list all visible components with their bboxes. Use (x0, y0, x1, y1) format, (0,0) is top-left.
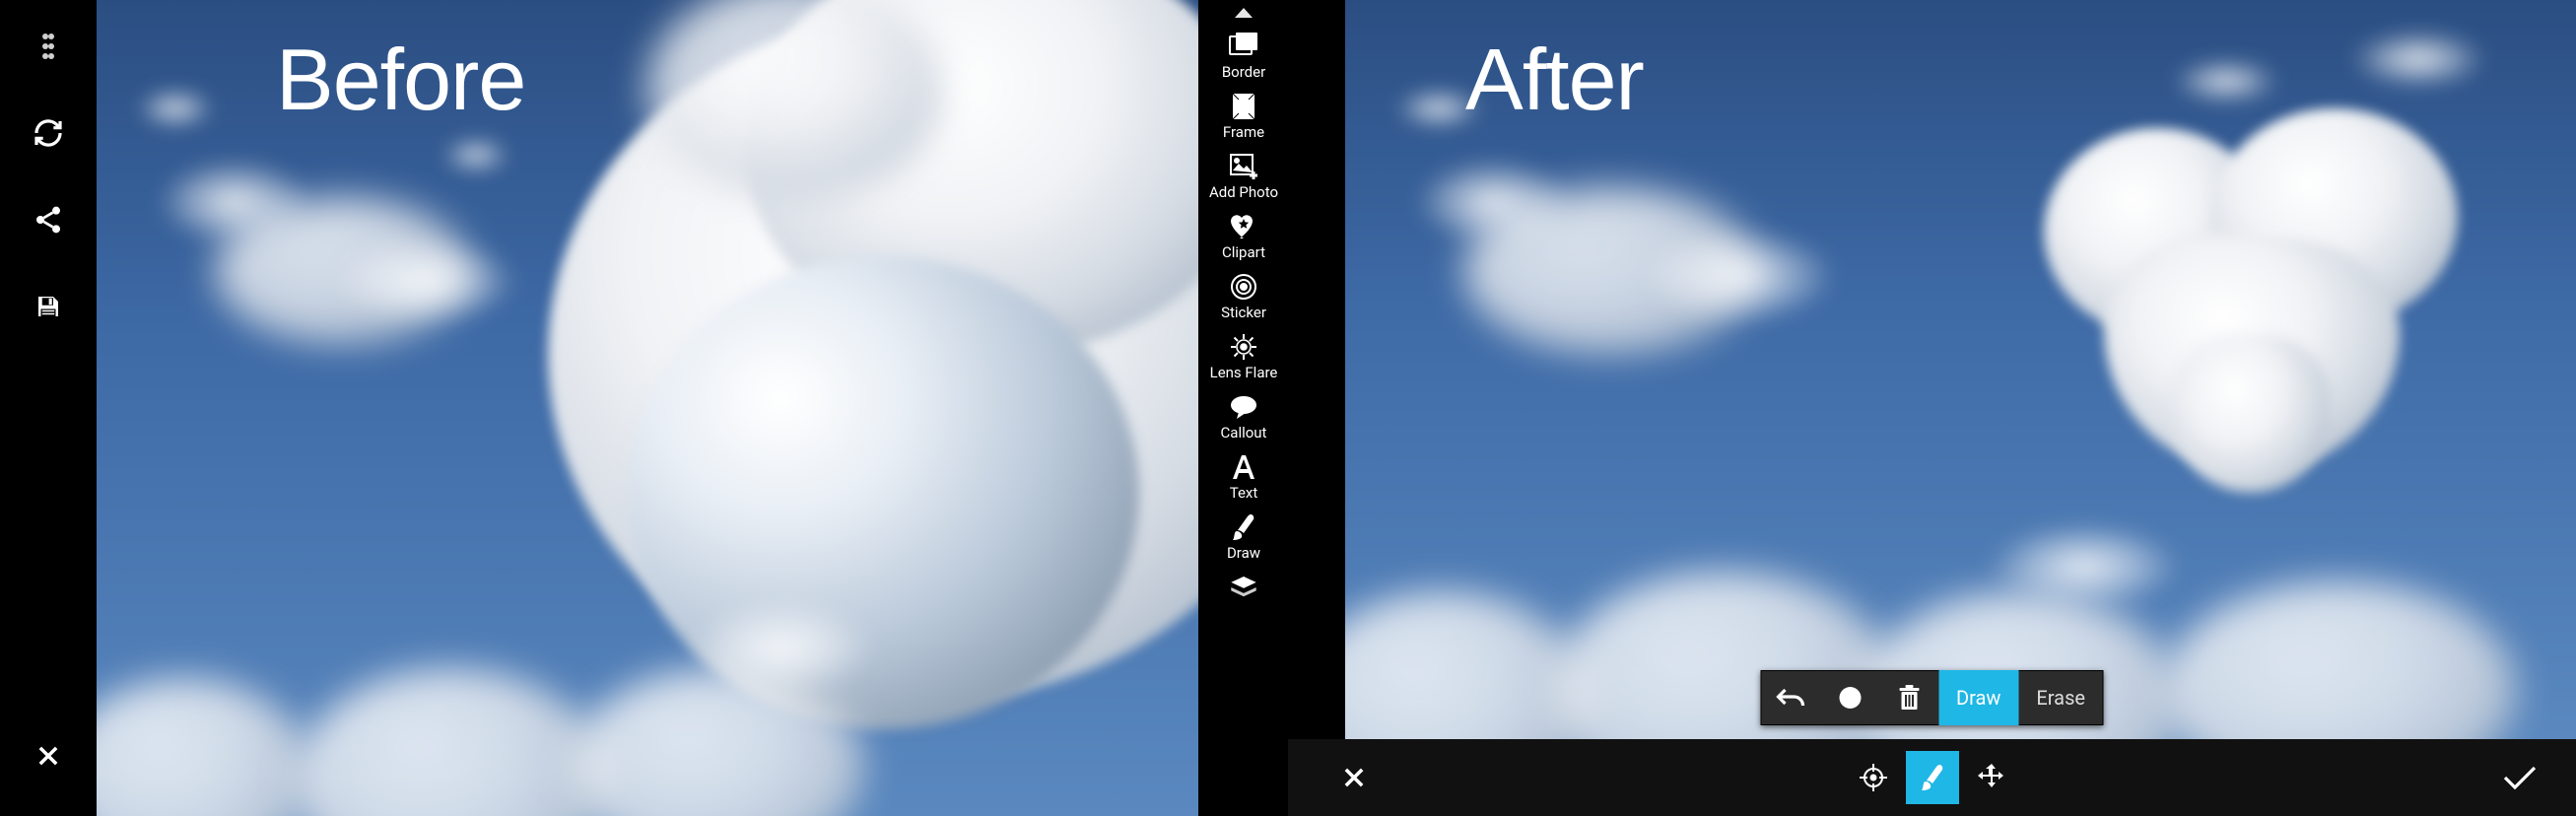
erase-tab[interactable]: Erase (2018, 670, 2103, 725)
close-icon (1340, 764, 1368, 791)
tool-callout[interactable]: Callout (1201, 384, 1286, 444)
undo-button[interactable] (1761, 670, 1820, 725)
tool-label: Sticker (1221, 306, 1266, 320)
tool-label: Lens Flare (1210, 366, 1278, 380)
tool-frame[interactable]: Frame (1201, 84, 1286, 144)
target-icon (1859, 763, 1888, 792)
tool-sticker[interactable]: Sticker (1201, 264, 1286, 324)
tool-label: Add Photo (1209, 185, 1278, 200)
frame-icon (1231, 92, 1256, 121)
app-root: Before (0, 0, 2576, 816)
tool-border[interactable]: Border (1201, 24, 1286, 84)
brush-size-icon (1837, 685, 1863, 711)
after-panel: After Draw Erase (1288, 0, 2576, 816)
border-icon (1228, 32, 1259, 61)
tool-label: Text (1230, 486, 1258, 501)
brush-icon (1231, 512, 1256, 542)
tool-label: Clipart (1222, 245, 1265, 260)
text-icon (1231, 452, 1256, 482)
sticker-icon (1230, 272, 1257, 302)
tool-label: Callout (1221, 426, 1267, 441)
before-label: Before (276, 30, 525, 130)
tool-add-photo[interactable]: Add Photo (1201, 144, 1286, 204)
brush-tool-button[interactable] (1906, 751, 1959, 804)
trash-icon (1897, 684, 1921, 712)
tool-label: Border (1222, 65, 1265, 80)
draw-tab[interactable]: Draw (1938, 670, 2018, 725)
brush-icon (1920, 763, 1945, 792)
cancel-button[interactable] (1327, 751, 1381, 804)
save-icon (34, 292, 63, 321)
tool-label: Frame (1223, 125, 1264, 140)
scroll-up-button[interactable] (1235, 6, 1253, 20)
refresh-button[interactable] (22, 106, 75, 160)
add-photo-icon (1229, 152, 1258, 181)
left-sidebar (0, 0, 97, 816)
save-button[interactable] (22, 280, 75, 333)
menu-button[interactable] (22, 20, 75, 73)
callout-icon (1229, 392, 1258, 422)
before-canvas[interactable] (97, 0, 1198, 816)
brush-size-button[interactable] (1820, 670, 1879, 725)
lens-flare-icon (1229, 332, 1258, 362)
close-button[interactable] (22, 729, 75, 782)
tool-draw[interactable]: Draw (1201, 505, 1286, 565)
target-tool-button[interactable] (1847, 751, 1900, 804)
share-icon (33, 204, 64, 236)
tool-extra[interactable] (1201, 565, 1286, 602)
move-tool-button[interactable] (1965, 751, 2018, 804)
undo-icon (1775, 684, 1806, 712)
draw-erase-popup: Draw Erase (1760, 670, 2104, 725)
bottom-toolbar (1288, 739, 2576, 816)
clipart-icon (1229, 212, 1258, 241)
tool-lens-flare[interactable]: Lens Flare (1201, 324, 1286, 384)
apply-button[interactable] (2493, 751, 2546, 804)
check-icon (2502, 764, 2538, 791)
move-icon (1977, 763, 2006, 792)
editor-tool-rail: Border Frame Add Photo Clipart (1199, 0, 1288, 816)
tool-text[interactable]: Text (1201, 444, 1286, 505)
tool-label: Draw (1227, 546, 1260, 561)
tool-clipart[interactable]: Clipart (1201, 204, 1286, 264)
after-label: After (1465, 30, 1644, 130)
before-panel: Before (0, 0, 1288, 816)
close-icon (34, 742, 62, 770)
menu-icon (41, 31, 55, 62)
heart-cloud (2034, 108, 2448, 483)
layers-icon (1229, 573, 1258, 602)
delete-button[interactable] (1879, 670, 1938, 725)
refresh-icon (33, 117, 64, 149)
share-button[interactable] (22, 193, 75, 246)
